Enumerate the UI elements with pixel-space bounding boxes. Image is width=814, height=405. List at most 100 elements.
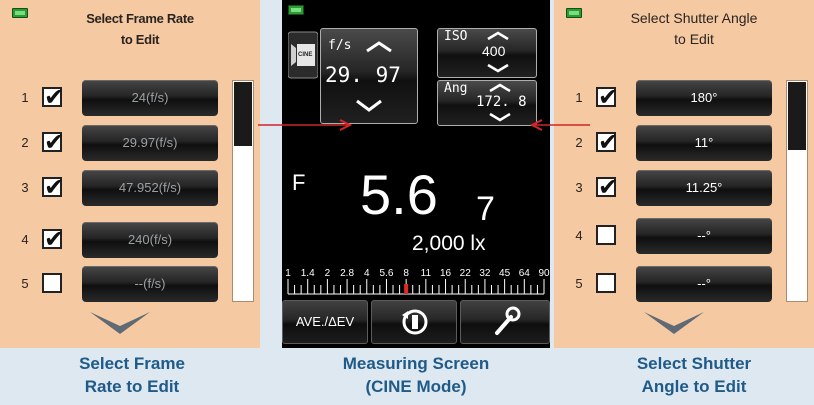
row-number: 4 (21, 232, 29, 247)
aperture-scale: 1 1.4 2 2.8 4 5.6 8 11 16 22 32 45 64 90 (282, 266, 550, 298)
frame-rate-checkbox-2[interactable] (42, 128, 64, 156)
scale-tick-label: 22 (460, 268, 472, 279)
shutter-angle-row-4: 4 --° (554, 218, 784, 254)
cine-mode-icon[interactable]: CINE (287, 30, 319, 80)
scale-tick-label: 2.8 (340, 268, 354, 279)
shutter-angle-row-3: 3 11.25° (554, 170, 784, 206)
wrench-icon (495, 306, 521, 335)
scale-tick-label: 90 (538, 268, 550, 279)
frame-rate-caption: Select Frame Rate to Edit (32, 352, 232, 398)
frame-rate-row-3: 3 47.952(f/s) (0, 170, 230, 206)
frame-rate-setting[interactable]: f/s 29. 97 (320, 28, 418, 124)
iso-label: ISO (444, 29, 468, 44)
arrow-right-icon (258, 119, 353, 131)
scale-tick-label: 64 (519, 268, 531, 279)
measuring-screen: CINE f/s 29. 97 ISO 400 Ang 172. 8 F 5.6… (282, 0, 550, 348)
caption-line-2: (CINE Mode) (365, 377, 467, 396)
shutter-angle-button-2[interactable]: 11° (636, 125, 772, 161)
frame-rate-checkbox-1[interactable] (42, 83, 64, 111)
scale-tick-label: 11 (421, 268, 432, 279)
settings-button[interactable] (460, 300, 550, 344)
caption-line-2: Rate to Edit (84, 377, 180, 396)
frame-rate-row-4: 4 240(f/s) (0, 222, 230, 258)
row-number: 3 (21, 180, 29, 195)
ave-delta-ev-button[interactable]: AVE./ΔEV (282, 300, 368, 344)
caption-line-1: Select Frame (79, 354, 185, 373)
iso-setting[interactable]: ISO 400 (437, 28, 537, 78)
chevron-down-icon[interactable] (355, 99, 383, 113)
iso-value: 400 (482, 43, 506, 59)
shutter-angle-row-1: 1 180° (554, 80, 784, 116)
f-number-tenths: 7 (476, 190, 495, 228)
scrollbar-thumb[interactable] (788, 82, 806, 150)
shutter-angle-checkbox-1[interactable] (596, 83, 618, 111)
shutter-angle-value: 172. 8 (476, 94, 527, 110)
chevron-down-icon[interactable] (488, 112, 512, 122)
shutter-angle-setting[interactable]: Ang 172. 8 (437, 80, 537, 126)
frame-rate-button-2[interactable]: 29.97(f/s) (82, 125, 218, 161)
scrollbar-thumb[interactable] (234, 82, 252, 146)
shutter-angle-scrollbar[interactable] (786, 80, 808, 302)
row-number: 5 (21, 276, 29, 291)
frame-rate-row-1: 1 24(f/s) (0, 80, 230, 116)
shutter-angle-panel-title: Select Shutter Angle to Edit (594, 8, 794, 50)
scale-tick-label: 5.6 (380, 268, 394, 279)
shutter-angle-checkbox-4[interactable] (596, 225, 616, 245)
frame-rate-checkbox-4[interactable] (42, 225, 64, 253)
chevron-up-icon[interactable] (488, 83, 512, 93)
scale-tick-label: 1 (285, 268, 291, 279)
caption-line-1: Select Shutter (636, 354, 752, 373)
ang-label: Ang (444, 81, 468, 96)
scale-pointer (404, 284, 409, 294)
frame-rate-panel: Select Frame Rate to Edit 1 24(f/s) 2 29… (0, 0, 260, 348)
memory-button[interactable] (371, 300, 457, 344)
battery-icon (566, 8, 582, 18)
row-number: 2 (21, 135, 29, 150)
frame-rate-row-2: 2 29.97(f/s) (0, 125, 230, 161)
arrow-left-icon (530, 119, 590, 131)
row-number: 4 (575, 228, 583, 243)
frame-rate-button-1[interactable]: 24(f/s) (82, 80, 218, 116)
battery-icon (288, 5, 304, 15)
scale-tick-label: 4 (364, 268, 370, 279)
shutter-angle-button-1[interactable]: 180° (636, 80, 772, 116)
frame-rate-button-3[interactable]: 47.952(f/s) (82, 170, 218, 206)
caption-line-1: Measuring Screen (342, 354, 490, 373)
memory-icon (402, 309, 428, 335)
frame-rate-checkbox-3[interactable] (42, 173, 64, 201)
chevron-down-icon[interactable] (90, 312, 150, 334)
chevron-up-icon[interactable] (486, 31, 510, 41)
row-number: 5 (575, 276, 583, 291)
fs-label: f/s (328, 38, 352, 53)
chevron-down-icon[interactable] (486, 63, 510, 73)
scale-tick-label: 8 (403, 268, 409, 279)
shutter-angle-button-3[interactable]: 11.25° (636, 170, 772, 206)
illuminance-value: 2,000 lx (412, 232, 486, 255)
f-label: F (292, 170, 306, 195)
shutter-angle-checkbox-5[interactable] (596, 273, 616, 293)
frame-rate-checkbox-5[interactable] (42, 273, 62, 293)
battery-icon (12, 8, 28, 18)
chevron-down-icon[interactable] (644, 312, 704, 334)
title-line-1: Select Frame Rate (86, 11, 194, 26)
title-line-1: Select Shutter Angle (630, 10, 758, 26)
frame-rate-row-5: 5 --(f/s) (0, 266, 230, 302)
shutter-angle-panel: Select Shutter Angle to Edit 1 180° 2 11… (554, 0, 814, 348)
shutter-angle-checkbox-3[interactable] (596, 173, 618, 201)
shutter-angle-checkbox-2[interactable] (596, 128, 618, 156)
scale-tick-label: 32 (479, 268, 491, 279)
frame-rate-scrollbar[interactable] (232, 80, 254, 302)
row-number: 1 (21, 90, 29, 105)
measuring-screen-caption: Measuring Screen (CINE Mode) (316, 352, 516, 398)
scale-tick-label: 1.4 (301, 268, 315, 279)
shutter-angle-button-4[interactable]: --° (636, 218, 772, 254)
chevron-up-icon[interactable] (365, 41, 393, 53)
frame-rate-button-5[interactable]: --(f/s) (82, 266, 218, 302)
frame-rate-value: 29. 97 (325, 63, 401, 87)
row-number: 3 (575, 180, 583, 195)
cine-icon-label: CINE (298, 52, 313, 58)
f-number-value: 5.6 (360, 163, 438, 226)
frame-rate-panel-title: Select Frame Rate to Edit (40, 8, 240, 50)
shutter-angle-button-5[interactable]: --° (636, 266, 772, 302)
frame-rate-button-4[interactable]: 240(f/s) (82, 222, 218, 258)
